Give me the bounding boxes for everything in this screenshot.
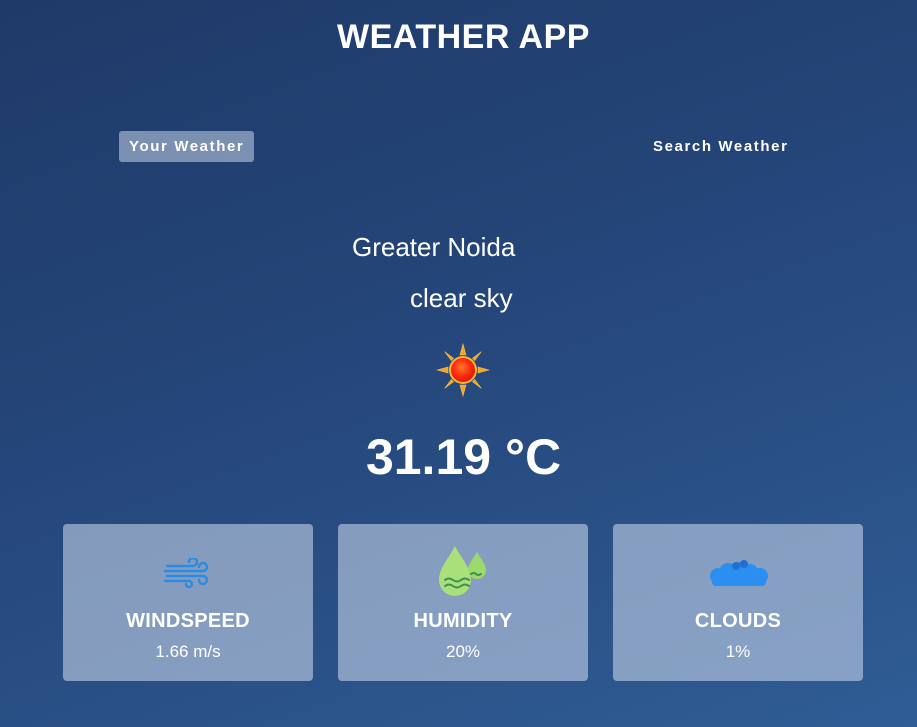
clouds-label: CLOUDS <box>694 610 782 632</box>
tab-search-weather[interactable]: Search Weather <box>643 131 799 162</box>
temperature-value: 31.19 °C <box>365 429 562 485</box>
windspeed-card: WINDSPEED 1.66 m/s <box>63 524 313 681</box>
humidity-value: 20% <box>445 642 481 661</box>
wind-icon <box>163 556 209 589</box>
humidity-drops-icon <box>439 546 486 596</box>
cloud-icon <box>710 560 768 586</box>
city-name: Greater Noida <box>352 232 516 262</box>
weather-description: clear sky <box>410 283 513 313</box>
humidity-card: HUMIDITY 20% <box>338 524 588 681</box>
clouds-value: 1% <box>725 642 751 661</box>
clouds-card: CLOUDS 1% <box>613 524 863 681</box>
tab-your-weather[interactable]: Your Weather <box>119 131 255 162</box>
windspeed-value: 1.66 m/s <box>155 642 221 661</box>
windspeed-label: WINDSPEED <box>126 610 250 632</box>
sun-icon <box>436 343 490 397</box>
humidity-label: HUMIDITY <box>413 610 513 632</box>
app-title: WEATHER APP <box>337 18 590 56</box>
